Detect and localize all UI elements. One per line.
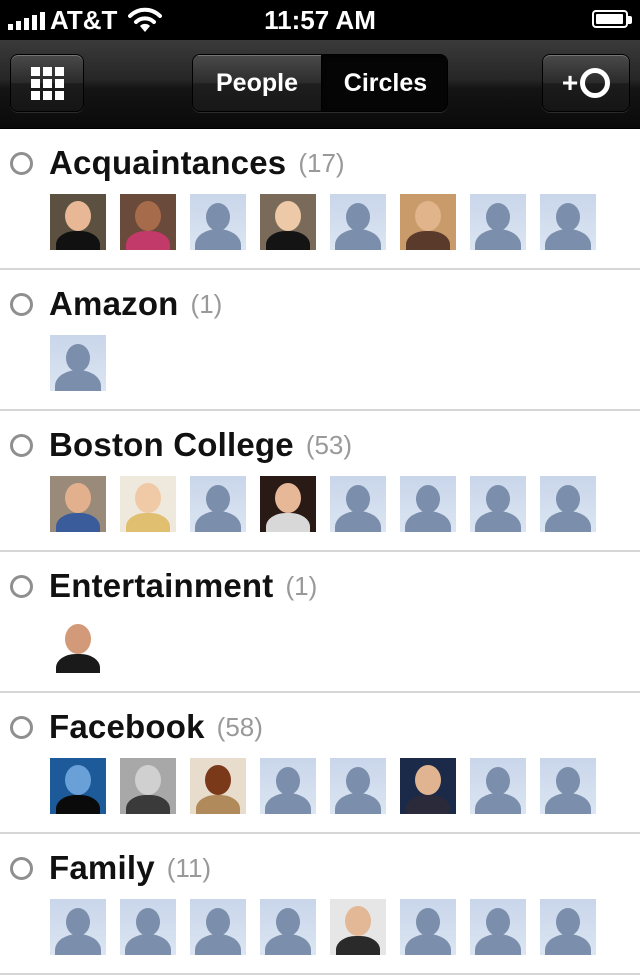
default-avatar-icon[interactable] bbox=[120, 899, 176, 955]
avatar[interactable] bbox=[400, 758, 456, 814]
circle-select-radio[interactable] bbox=[10, 856, 33, 880]
navigation-bar: People Circles + bbox=[0, 40, 640, 129]
circle-member-count: (1) bbox=[285, 570, 318, 601]
avatar[interactable] bbox=[260, 194, 316, 250]
default-avatar-icon[interactable] bbox=[330, 758, 386, 814]
circle-header: Entertainment (1) bbox=[10, 566, 317, 606]
avatar[interactable] bbox=[50, 194, 106, 250]
circle-header: Acquaintances (17) bbox=[10, 143, 345, 183]
circle-member-count: (58) bbox=[216, 711, 263, 742]
circle-row[interactable]: Family (11) bbox=[0, 834, 640, 975]
circle-row[interactable]: Acquaintances (17) bbox=[0, 129, 640, 270]
circle-avatars bbox=[50, 899, 596, 955]
tab-people[interactable]: People bbox=[193, 55, 322, 111]
circle-header: Boston College (53) bbox=[10, 425, 352, 465]
circles-list: Acquaintances (17) Amazon (1) Boston College… bbox=[0, 129, 640, 975]
avatar[interactable] bbox=[190, 758, 246, 814]
circle-header: Facebook (58) bbox=[10, 707, 263, 747]
avatar[interactable] bbox=[120, 194, 176, 250]
default-avatar-icon[interactable] bbox=[190, 899, 246, 955]
default-avatar-icon[interactable] bbox=[260, 758, 316, 814]
grid-icon bbox=[30, 66, 64, 100]
default-avatar-icon[interactable] bbox=[540, 899, 596, 955]
circle-row[interactable]: Amazon (1) bbox=[0, 270, 640, 411]
circle-member-count: (11) bbox=[166, 852, 212, 883]
circle-member-count: (53) bbox=[305, 429, 353, 460]
circle-select-radio[interactable] bbox=[10, 292, 33, 316]
circle-select-radio[interactable] bbox=[10, 433, 33, 457]
default-avatar-icon[interactable] bbox=[260, 899, 316, 955]
avatar[interactable] bbox=[260, 476, 316, 532]
tab-circles[interactable]: Circles bbox=[322, 55, 447, 111]
circle-member-count: (17) bbox=[298, 147, 345, 178]
circle-name: Amazon bbox=[49, 285, 179, 322]
avatar[interactable] bbox=[120, 476, 176, 532]
circle-row[interactable]: Facebook (58) bbox=[0, 693, 640, 834]
default-avatar-icon[interactable] bbox=[470, 899, 526, 955]
avatar[interactable] bbox=[120, 758, 176, 814]
avatar[interactable] bbox=[330, 899, 386, 955]
circle-name: Acquaintances bbox=[49, 144, 287, 181]
circle-name: Boston College bbox=[49, 426, 294, 463]
add-circle-button[interactable]: + bbox=[542, 54, 630, 112]
avatar[interactable] bbox=[50, 476, 106, 532]
default-avatar-icon[interactable] bbox=[330, 194, 386, 250]
circle-header: Amazon (1) bbox=[10, 284, 222, 324]
circle-select-radio[interactable] bbox=[10, 574, 33, 598]
circle-select-radio[interactable] bbox=[10, 715, 33, 739]
status-time: 11:57 AM bbox=[264, 5, 376, 35]
avatar[interactable] bbox=[400, 194, 456, 250]
circle-row[interactable]: Entertainment (1) bbox=[0, 552, 640, 693]
avatar[interactable] bbox=[50, 758, 106, 814]
default-avatar-icon[interactable] bbox=[330, 476, 386, 532]
default-avatar-icon[interactable] bbox=[540, 476, 596, 532]
circle-avatars bbox=[50, 617, 106, 673]
circle-avatars bbox=[50, 194, 596, 250]
default-avatar-icon[interactable] bbox=[50, 335, 106, 391]
default-avatar-icon[interactable] bbox=[400, 476, 456, 532]
view-segmented-control: People Circles bbox=[192, 54, 448, 112]
circle-select-radio[interactable] bbox=[10, 151, 33, 175]
add-plus-label: + bbox=[561, 67, 579, 98]
default-avatar-icon[interactable] bbox=[190, 476, 246, 532]
apps-grid-button[interactable] bbox=[10, 54, 84, 112]
circle-member-count: (1) bbox=[190, 288, 223, 319]
circle-ring-icon bbox=[580, 68, 611, 98]
circle-avatars bbox=[50, 758, 596, 814]
status-bar: AT&T 11:57 AM bbox=[0, 0, 640, 40]
default-avatar-icon[interactable] bbox=[470, 476, 526, 532]
circle-row[interactable]: Boston College (53) bbox=[0, 411, 640, 552]
battery-icon bbox=[592, 10, 632, 28]
default-avatar-icon[interactable] bbox=[470, 758, 526, 814]
circle-name: Family bbox=[49, 849, 155, 886]
circle-name: Entertainment bbox=[49, 567, 274, 604]
default-avatar-icon[interactable] bbox=[50, 899, 106, 955]
default-avatar-icon[interactable] bbox=[470, 194, 526, 250]
default-avatar-icon[interactable] bbox=[190, 194, 246, 250]
avatar[interactable] bbox=[50, 617, 106, 673]
circle-name: Facebook bbox=[49, 708, 205, 745]
circle-avatars bbox=[50, 476, 596, 532]
default-avatar-icon[interactable] bbox=[400, 899, 456, 955]
default-avatar-icon[interactable] bbox=[540, 758, 596, 814]
default-avatar-icon[interactable] bbox=[540, 194, 596, 250]
circle-header: Family (11) bbox=[10, 848, 211, 888]
circle-avatars bbox=[50, 335, 106, 391]
